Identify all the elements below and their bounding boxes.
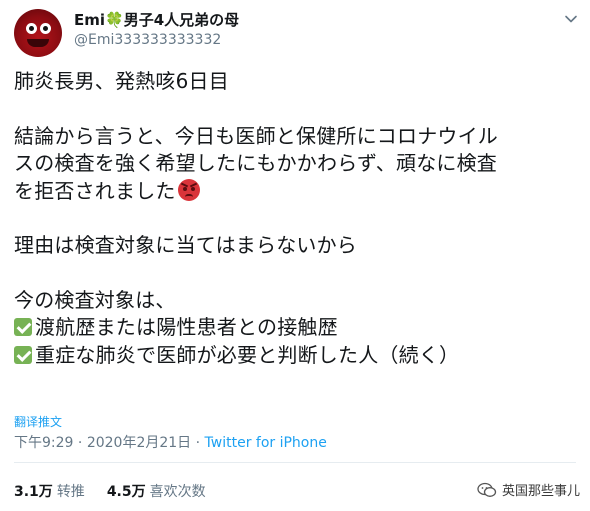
meta-separator: · bbox=[191, 435, 205, 451]
tweet-line-text: を拒否されました bbox=[14, 178, 176, 203]
tweet-line: 肺炎長男、発熱咳6日目 bbox=[14, 69, 229, 93]
tweet-stats: 3.1万 转推 4.5万 喜欢次数 bbox=[14, 481, 206, 501]
watermark-text: 英国那些事儿 bbox=[501, 484, 580, 499]
avatar-eye bbox=[26, 23, 37, 34]
tweet-line-text: 重症な肺炎で医師が必要と判断した人（続く） bbox=[35, 342, 460, 367]
tweet-header: Emi🍀男子4人兄弟の母 @Emi333333333332 bbox=[14, 6, 584, 58]
tweet-meta: 下午9:29 · 2020年2月21日 · Twitter for iPhone bbox=[14, 432, 327, 452]
tweet-source-link[interactable]: Twitter for iPhone bbox=[205, 435, 327, 451]
display-name-suffix: 男子4人兄弟の母 bbox=[123, 11, 240, 29]
likes-stat[interactable]: 4.5万 喜欢次数 bbox=[107, 484, 206, 500]
tweet-line: 渡航歴または陽性患者との接触歴 bbox=[14, 314, 584, 342]
likes-count: 4.5万 bbox=[106, 484, 146, 500]
author-names[interactable]: Emi🍀男子4人兄弟の母 @Emi333333333332 bbox=[74, 10, 239, 50]
tweet-line: を拒否されました bbox=[14, 178, 584, 206]
avatar[interactable] bbox=[14, 9, 62, 57]
avatar-mouth bbox=[27, 39, 49, 47]
wechat-icon bbox=[477, 482, 497, 497]
tweet-line: 理由は検査対象に当てはまらないから bbox=[14, 233, 357, 257]
tweet-time[interactable]: 下午9:29 bbox=[14, 435, 73, 451]
translate-tweet-link[interactable]: 翻译推文 bbox=[14, 413, 62, 430]
avatar-eye bbox=[40, 23, 51, 34]
likes-label: 喜欢次数 bbox=[149, 484, 206, 500]
clover-emoji: 🍀 bbox=[105, 11, 124, 29]
meta-separator: · bbox=[73, 435, 87, 451]
tweet-line: スの検査を強く希望したにもかかわらず、頑なに検査 bbox=[14, 151, 497, 175]
watermark: 英国那些事儿 bbox=[477, 480, 580, 499]
check-mark-icon bbox=[14, 345, 32, 364]
chevron-down-icon[interactable] bbox=[564, 12, 578, 26]
retweets-label: 转推 bbox=[56, 484, 85, 500]
retweets-count: 3.1万 bbox=[14, 484, 53, 500]
angry-face-icon bbox=[177, 178, 200, 201]
tweet-date[interactable]: 2020年2月21日 bbox=[87, 435, 191, 451]
author-display-name[interactable]: Emi🍀男子4人兄弟の母 bbox=[74, 10, 239, 30]
tweet-line: 重症な肺炎で医師が必要と判断した人（続く） bbox=[14, 342, 584, 370]
check-mark-icon bbox=[14, 318, 32, 336]
tweet-line: 結論から言うと、今日も医師と保健所にコロナウイル bbox=[14, 123, 498, 148]
display-name-text: Emi bbox=[74, 11, 106, 29]
divider bbox=[14, 462, 576, 463]
author-handle[interactable]: @Emi333333333332 bbox=[74, 30, 239, 50]
tweet-card: Emi🍀男子4人兄弟の母 @Emi333333333332 肺炎長男、発熱咳6日… bbox=[0, 0, 590, 511]
tweet-line-text: 渡航歴または陽性患者との接触歴 bbox=[35, 315, 338, 339]
tweet-text: 肺炎長男、発熱咳6日目 結論から言うと、今日も医師と保健所にコロナウイル スの検… bbox=[14, 68, 584, 369]
retweets-stat[interactable]: 3.1万 转推 bbox=[14, 484, 85, 500]
tweet-line: 今の検査対象は、 bbox=[14, 287, 176, 312]
